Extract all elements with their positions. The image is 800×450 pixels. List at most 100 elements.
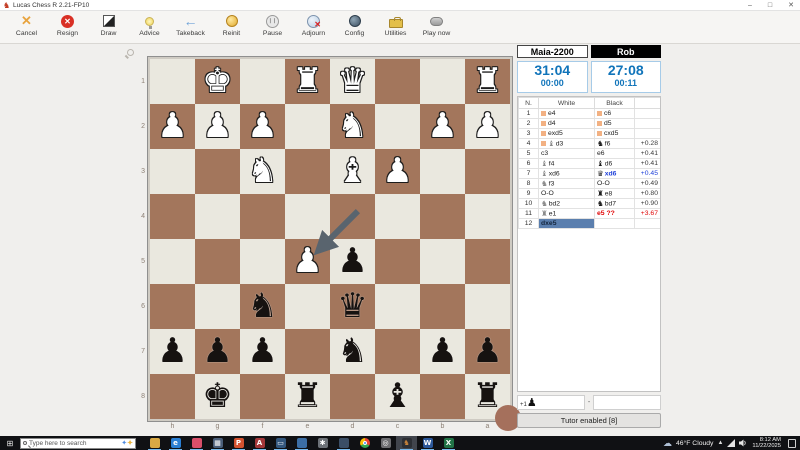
move-cell-white[interactable]: ♝xd6 — [538, 168, 595, 179]
maximize-button[interactable]: □ — [768, 0, 772, 11]
draw-button[interactable]: Draw — [88, 13, 129, 37]
square-c1[interactable] — [375, 59, 420, 104]
square-e7[interactable] — [285, 329, 330, 374]
square-g5[interactable] — [195, 239, 240, 284]
square-f2[interactable] — [240, 104, 285, 149]
powerpoint-icon[interactable]: P — [228, 436, 249, 450]
square-h3[interactable] — [150, 149, 195, 194]
square-f4[interactable] — [240, 194, 285, 239]
clock-tray[interactable]: 8:12 AM 11/22/2025 — [752, 437, 781, 450]
app-red-icon[interactable] — [186, 436, 207, 450]
excel-icon[interactable]: X — [438, 436, 459, 450]
move-cell-white[interactable]: d4 — [538, 118, 595, 129]
square-d6[interactable] — [330, 284, 375, 329]
square-a4[interactable] — [465, 194, 510, 239]
weather-text[interactable]: 46°F Cloudy — [676, 440, 713, 447]
square-f3[interactable] — [240, 149, 285, 194]
square-g7[interactable] — [195, 329, 240, 374]
square-c7[interactable] — [375, 329, 420, 374]
close-button[interactable]: ✕ — [788, 0, 794, 11]
access-icon[interactable]: A — [249, 436, 270, 450]
browser-globe-icon[interactable]: e — [165, 436, 186, 450]
square-h6[interactable] — [150, 284, 195, 329]
tray-chevron-icon[interactable]: ▲ — [717, 440, 723, 446]
dial-gray-icon[interactable]: ◎ — [375, 436, 396, 450]
utilities-button[interactable]: Utilities — [375, 13, 416, 37]
advice-button[interactable]: Advice — [129, 13, 170, 37]
square-e8[interactable] — [285, 374, 330, 419]
square-e6[interactable] — [285, 284, 330, 329]
move-cell-black[interactable]: ♝d6 — [594, 158, 635, 169]
square-h4[interactable] — [150, 194, 195, 239]
square-b3[interactable] — [420, 149, 465, 194]
move-cell-black[interactable]: d5 — [594, 118, 635, 129]
pause-button[interactable]: Pause — [252, 13, 293, 37]
square-b7[interactable] — [420, 329, 465, 374]
square-g3[interactable] — [195, 149, 240, 194]
square-f5[interactable] — [240, 239, 285, 284]
square-a7[interactable] — [465, 329, 510, 374]
square-h7[interactable] — [150, 329, 195, 374]
move-cell-white[interactable]: ♜e1 — [538, 208, 595, 219]
square-e4[interactable] — [285, 194, 330, 239]
board-magnifier-icon[interactable] — [127, 49, 134, 56]
square-c2[interactable] — [375, 104, 420, 149]
lucas-chess-knight-icon[interactable]: ♞ — [396, 436, 417, 450]
move-cell-white[interactable]: ♞f3 — [538, 178, 595, 189]
square-c4[interactable] — [375, 194, 420, 239]
square-h1[interactable] — [150, 59, 195, 104]
square-g1[interactable] — [195, 59, 240, 104]
square-e5[interactable] — [285, 239, 330, 284]
calculator-icon[interactable]: ▦ — [207, 436, 228, 450]
square-g6[interactable] — [195, 284, 240, 329]
square-a5[interactable] — [465, 239, 510, 284]
square-e1[interactable] — [285, 59, 330, 104]
square-b6[interactable] — [420, 284, 465, 329]
network-icon[interactable] — [727, 439, 736, 447]
config-button[interactable]: Config — [334, 13, 375, 37]
move-cell-white[interactable]: ♝f4 — [538, 158, 595, 169]
app-blue-icon[interactable] — [291, 436, 312, 450]
speaker-icon[interactable] — [739, 439, 748, 447]
move-cell-black[interactable]: O-O — [594, 178, 635, 189]
notification-center-icon[interactable] — [788, 438, 796, 448]
square-d8[interactable] — [330, 374, 375, 419]
square-e3[interactable] — [285, 149, 330, 194]
adjourn-button[interactable]: Adjourn — [293, 13, 334, 37]
square-f1[interactable] — [240, 59, 285, 104]
tutor-enabled-button[interactable]: Tutor enabled [8] — [517, 413, 661, 428]
chess-board[interactable]: ♚ ♜ ♛ ♜ ♟ ♟ ♟ ♞ ♟ ♟ ♞ ♝ ♟ ♟ ♟ ♞ ♛ ♟ ♟ ♟ ♞ ♟ ♟ ♚ ♜ ♝ ♜ — [147, 56, 513, 422]
square-g8[interactable] — [195, 374, 240, 419]
move-cell-black[interactable]: ♞f6 — [594, 138, 635, 149]
square-d1[interactable] — [330, 59, 375, 104]
square-g2[interactable] — [195, 104, 240, 149]
move-cell-black[interactable]: c6 — [594, 108, 635, 119]
move-list[interactable]: N. White Black 1 e4 c6 2 d4 d5 3 exd5 cxd5 4 ♝d3 ♞f6 +0… — [517, 96, 661, 392]
move-cell-white[interactable]: c3 — [538, 148, 595, 159]
square-b8[interactable] — [420, 374, 465, 419]
square-c5[interactable] — [375, 239, 420, 284]
square-a1[interactable] — [465, 59, 510, 104]
move-cell-white[interactable]: ♝d3 — [538, 138, 595, 149]
move-cell-white[interactable]: ♞bd2 — [538, 198, 595, 209]
move-cell-black[interactable]: e5 ?? — [594, 208, 635, 219]
square-b1[interactable] — [420, 59, 465, 104]
move-cell-black[interactable]: ♜e8 — [594, 188, 635, 199]
move-cell-black[interactable]: ♛xd6 — [594, 168, 635, 179]
move-cell-black[interactable]: e6 — [594, 148, 635, 159]
chrome-icon[interactable] — [354, 436, 375, 450]
minimize-button[interactable]: – — [748, 0, 752, 11]
square-h2[interactable] — [150, 104, 195, 149]
move-cell-white[interactable]: dxe5 — [538, 218, 595, 229]
start-button[interactable]: ⊞ — [0, 439, 20, 448]
settings-gear-icon[interactable]: ✱ — [312, 436, 333, 450]
reinit-button[interactable]: Reinit — [211, 13, 252, 37]
move-cell-white[interactable]: e4 — [538, 108, 595, 119]
square-c6[interactable] — [375, 284, 420, 329]
square-f6[interactable] — [240, 284, 285, 329]
printer-icon[interactable]: ▭ — [270, 436, 291, 450]
square-a6[interactable] — [465, 284, 510, 329]
cancel-button[interactable]: ✕ Cancel — [6, 13, 47, 38]
square-h5[interactable] — [150, 239, 195, 284]
square-b5[interactable] — [420, 239, 465, 284]
